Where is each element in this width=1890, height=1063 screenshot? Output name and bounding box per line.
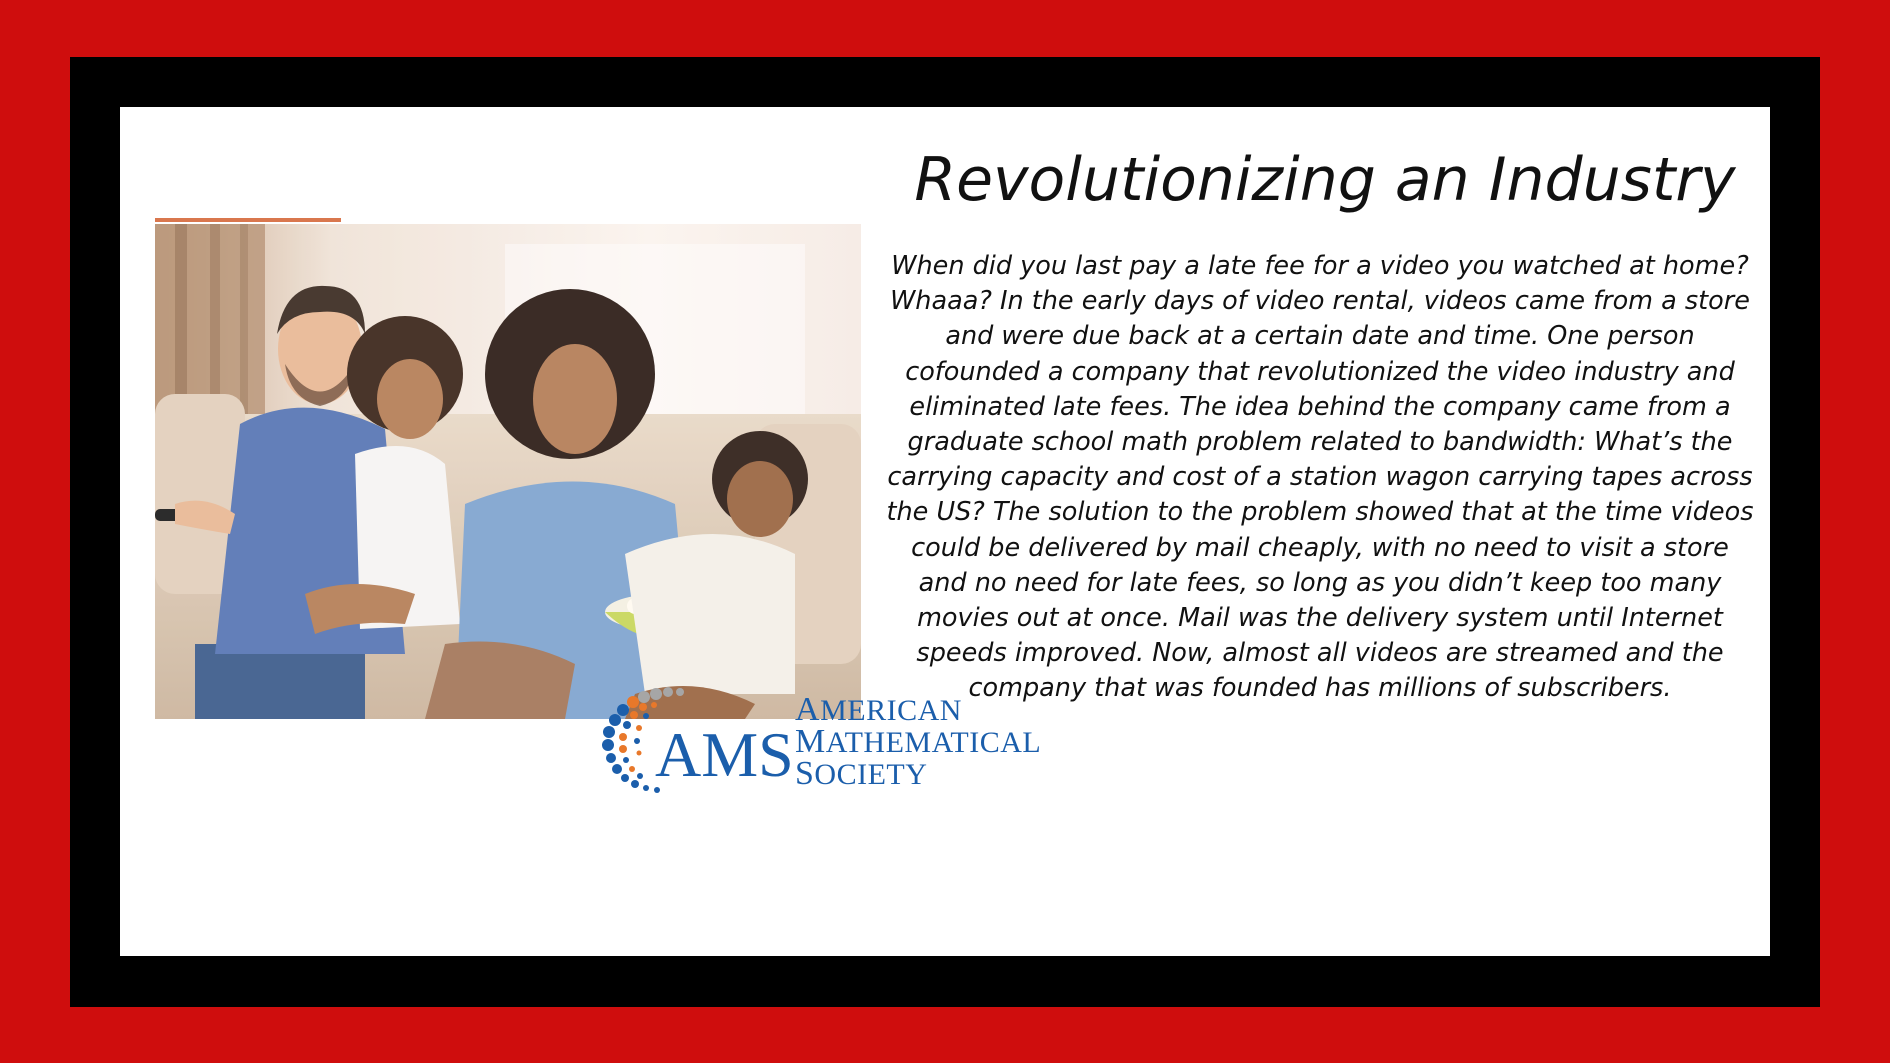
accent-line	[155, 218, 341, 222]
slide-title: Revolutionizing an Industry	[914, 145, 1736, 215]
body-paragraph: When did you last pay a late fee for a v…	[886, 251, 1754, 704]
logo-line-1: AMERICAN	[795, 691, 962, 728]
logo-line-3: SOCIETY	[795, 755, 928, 792]
logo-wordmark: AMERICAN MATHEMATICAL SOCIETY	[795, 691, 1042, 792]
slide-content: Revolutionizing an Industry When did you…	[120, 107, 1770, 956]
family-photo	[155, 224, 861, 719]
logo-line-2: MATHEMATICAL	[795, 723, 1042, 760]
logo-acronym: AMS	[655, 719, 794, 790]
